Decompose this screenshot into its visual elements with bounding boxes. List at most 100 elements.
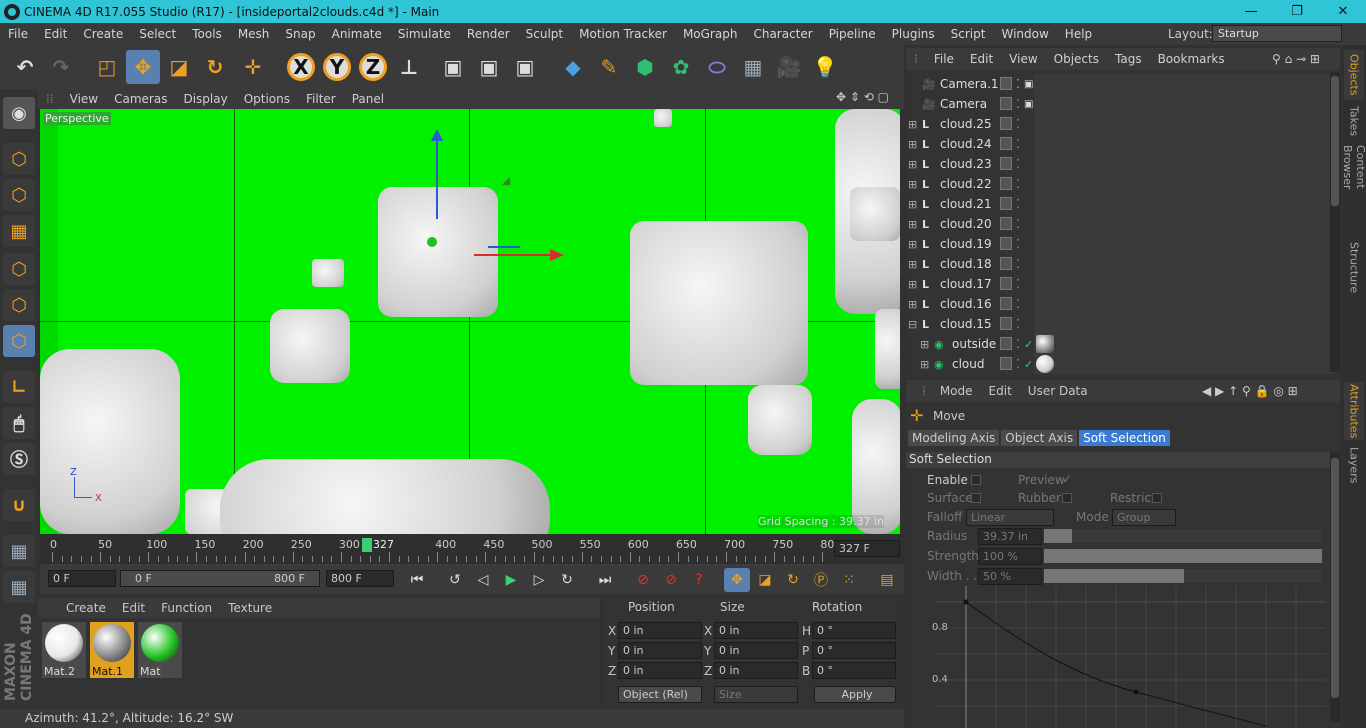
coord-mode-select[interactable]: Object (Rel) — [618, 686, 702, 703]
attribute-scrollbar[interactable] — [1330, 452, 1340, 722]
tab-layers[interactable]: Layers — [1344, 447, 1364, 483]
previous-frame-icon[interactable]: ◁ — [470, 568, 496, 592]
subdivision-icon[interactable]: ⬢ — [628, 50, 662, 84]
size-mode-select[interactable]: Size — [714, 686, 798, 703]
cloud-object[interactable] — [270, 309, 350, 383]
expand-icon[interactable]: ⊞ — [920, 358, 929, 371]
object-layer-dots[interactable]: ⁚ — [1016, 197, 1020, 211]
object-row[interactable]: ⊞ ◉ outside ⁚ ✓ — [906, 334, 1336, 354]
falloff-graph[interactable]: 0.8 0.4 — [932, 586, 1326, 728]
camera-icon[interactable]: 🎥 — [772, 50, 806, 84]
object-row[interactable]: ⊟ Lcloud.15 ⁚ — [906, 314, 1336, 334]
workplane-lock-icon[interactable]: ▦ — [3, 535, 35, 567]
expand-icon[interactable]: ⊞ — [908, 258, 917, 271]
expand-icon[interactable]: ⊞ — [908, 298, 917, 311]
attribute-menu-edit[interactable]: Edit — [981, 384, 1020, 398]
object-layer-dots[interactable]: ⁚ — [1016, 177, 1020, 191]
object-layer-dots[interactable]: ⁚ — [1016, 317, 1020, 331]
tab-takes[interactable]: Takes — [1344, 105, 1364, 137]
viewport-menu-view[interactable]: View — [62, 92, 106, 106]
previous-key-icon[interactable]: ↺ — [442, 568, 468, 592]
object-layer-dots[interactable]: ⁚ — [1016, 257, 1020, 271]
object-menu-view[interactable]: View — [1001, 52, 1045, 66]
menu-item-plugins[interactable]: Plugins — [884, 27, 943, 41]
cloud-object[interactable] — [220, 459, 550, 534]
points-mode-icon[interactable]: ⬡ — [3, 253, 35, 285]
object-visibility-icon[interactable] — [1000, 277, 1012, 290]
object-visibility-icon[interactable] — [1000, 237, 1012, 250]
coord-size-y-field[interactable]: 0 in — [714, 642, 798, 659]
light-icon[interactable]: 💡 — [808, 50, 842, 84]
expand-icon[interactable]: ⊞ — [908, 138, 917, 151]
cloud-object[interactable] — [312, 259, 344, 287]
cloud-object[interactable] — [630, 221, 808, 385]
object-layer-dots[interactable]: ⁚ — [1016, 357, 1020, 371]
object-row[interactable]: ⊞ Lcloud.16 ⁚ — [906, 294, 1336, 314]
recent-tool-icon[interactable]: ✛ — [236, 50, 270, 84]
object-menu-bookmarks[interactable]: Bookmarks — [1150, 52, 1233, 66]
object-visibility-icon[interactable] — [1000, 157, 1012, 170]
object-row[interactable]: 🎥 Camera ⁚ ▣ — [906, 94, 1336, 114]
attribute-nav-icons[interactable]: ◀ ▶ ↑ ⚲ 🔒 ◎ ⊞ — [1202, 384, 1298, 398]
object-menu-edit[interactable]: Edit — [962, 52, 1001, 66]
timeline[interactable]: 0 50 100 150 200 250 300 400 450 500 550 600 650 700 7… — [40, 534, 904, 564]
object-layer-dots[interactable]: ⁚ — [1016, 237, 1020, 251]
planar-workplane-icon[interactable]: ▦ — [3, 571, 35, 603]
key-parameter-icon[interactable]: Ⓟ — [808, 568, 834, 592]
object-row[interactable]: ⊞ Lcloud.17 ⁚ — [906, 274, 1336, 294]
y-axis-arrow[interactable] — [431, 129, 443, 141]
mode-select[interactable]: Group — [1112, 509, 1176, 526]
viewport-nav-icons[interactable]: ✥ ⇕ ⟲ ▢ — [836, 90, 889, 104]
material-swatch[interactable]: Mat.1 — [90, 622, 134, 678]
cloner-icon[interactable]: ✿ — [664, 50, 698, 84]
object-row[interactable]: ⊞ Lcloud.19 ⁚ — [906, 234, 1336, 254]
object-row[interactable]: ⊞ ◉ cloud ⁚ ✓ — [906, 354, 1336, 374]
menu-item-render[interactable]: Render — [459, 27, 518, 41]
rubber-checkbox[interactable] — [1062, 493, 1072, 503]
tweak-mode-icon[interactable]: 🖱 — [3, 407, 35, 439]
cloud-object[interactable] — [40, 349, 180, 534]
cloud-object[interactable] — [378, 187, 498, 317]
autokey-icon[interactable]: ⊘ — [658, 568, 684, 592]
object-layer-dots[interactable]: ⁚ — [1016, 77, 1020, 91]
menu-item-sculpt[interactable]: Sculpt — [518, 27, 571, 41]
object-row[interactable]: ⊞ Lcloud.18 ⁚ — [906, 254, 1336, 274]
material-menu-function[interactable]: Function — [153, 601, 220, 615]
layout-select[interactable]: Startup — [1212, 25, 1342, 42]
expand-icon[interactable]: ⊞ — [920, 338, 929, 351]
enabled-checkmark-icon[interactable]: ✓ — [1024, 358, 1033, 371]
menu-item-create[interactable]: Create — [75, 27, 131, 41]
attribute-menu-user-data[interactable]: User Data — [1020, 384, 1096, 398]
radius-slider[interactable] — [1044, 529, 1322, 543]
coord-rotation-x-field[interactable]: 0 ° — [812, 622, 896, 639]
expand-icon[interactable]: ⊞ — [908, 218, 917, 231]
tab-content-browser[interactable]: Content Browser — [1341, 145, 1366, 235]
key-position-icon[interactable]: ✥ — [724, 568, 750, 592]
object-menu-file[interactable]: File — [926, 52, 962, 66]
playhead[interactable] — [362, 538, 372, 552]
object-scrollbar[interactable] — [1330, 72, 1340, 372]
object-row[interactable]: ⊞ Lcloud.21 ⁚ — [906, 194, 1336, 214]
end-frame-field[interactable]: 800 F — [326, 570, 394, 587]
material-swatch[interactable]: Mat — [138, 622, 182, 678]
object-visibility-icon[interactable] — [1000, 97, 1012, 110]
object-row[interactable]: 🎥 Camera.1 ⁚ ▣ — [906, 74, 1336, 94]
coord-size-x-field[interactable]: 0 in — [714, 622, 798, 639]
menu-item-file[interactable]: File — [0, 27, 36, 41]
coord-position-y-field[interactable]: 0 in — [618, 642, 702, 659]
deformer-icon[interactable]: ⬭ — [700, 50, 734, 84]
object-manager-tools[interactable]: ⚲ ⌂ ⊸ ⊞ — [1272, 52, 1320, 66]
x-axis-arrow[interactable] — [550, 249, 564, 261]
go-to-end-icon[interactable]: ⏭ — [592, 568, 618, 592]
object-visibility-icon[interactable] — [1000, 257, 1012, 270]
timeline-ruler[interactable]: 0 50 100 150 200 250 300 400 450 500 550 600 650 700 7… — [40, 534, 841, 564]
start-frame-field[interactable]: 0 F — [48, 570, 116, 587]
render-picture-viewer-icon[interactable]: ▣ — [472, 50, 506, 84]
gizmo-plane-handle[interactable] — [501, 176, 515, 190]
coord-rotation-z-field[interactable]: 0 ° — [812, 662, 896, 679]
move-tool-icon[interactable]: ✥ — [126, 50, 160, 84]
model-mode-icon[interactable]: ⬡ — [3, 143, 35, 175]
go-to-start-icon[interactable]: ⏮ — [404, 568, 430, 592]
menu-item-mesh[interactable]: Mesh — [230, 27, 278, 41]
attribute-menu-mode[interactable]: Mode — [932, 384, 981, 398]
